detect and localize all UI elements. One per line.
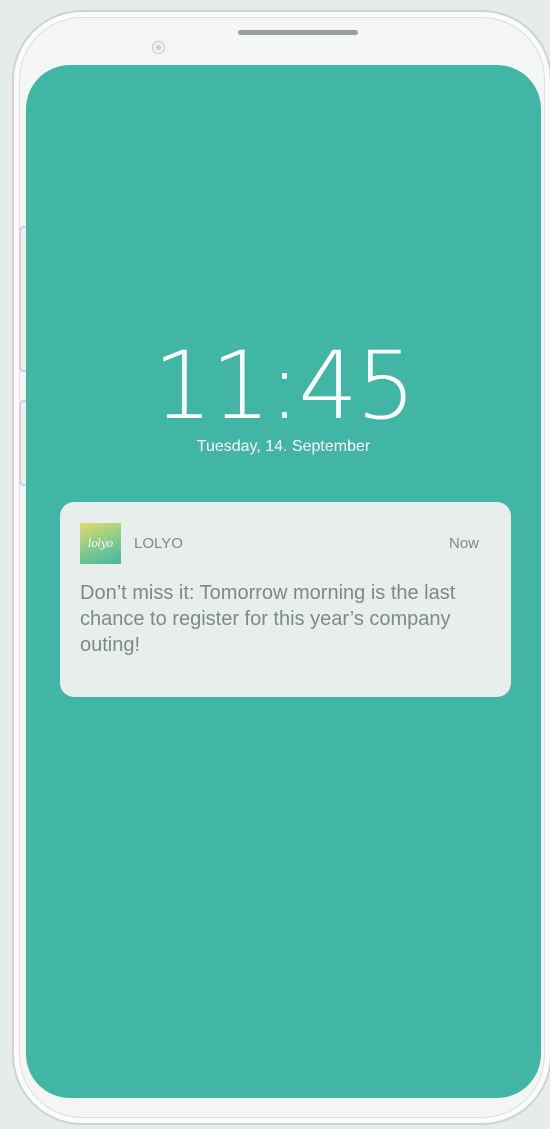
notification-app-name: LOLYO bbox=[134, 535, 183, 552]
lolyo-app-icon: lolyo bbox=[80, 523, 121, 564]
notification-message: Don’t miss it: Tomorrow morning is the l… bbox=[80, 582, 456, 656]
lock-screen-date: Tuesday, 14. September bbox=[196, 438, 371, 455]
front-camera-icon bbox=[152, 41, 165, 54]
lock-screen-clock: 11:45 bbox=[153, 332, 416, 441]
notification-timestamp: Now bbox=[448, 535, 479, 552]
speaker-grille bbox=[238, 30, 358, 35]
lock-screen[interactable]: 11:45 Tuesday, 14. September lolyo LOLYO… bbox=[26, 65, 541, 1098]
notification-card[interactable]: lolyo LOLYO Now Don’t miss it: Tomorrow … bbox=[60, 502, 511, 697]
